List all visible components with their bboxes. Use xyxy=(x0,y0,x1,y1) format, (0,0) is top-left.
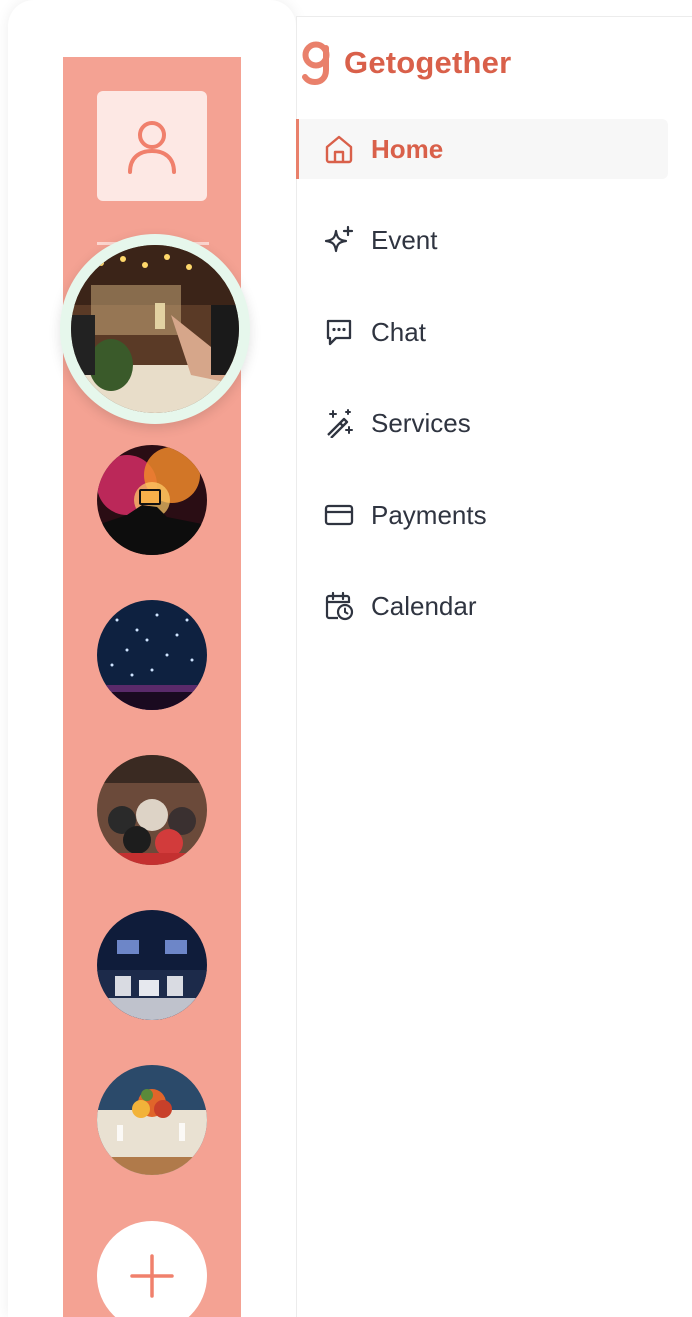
magic-wand-icon xyxy=(324,408,354,438)
profile-button[interactable] xyxy=(97,91,207,201)
event-photo-confetti-crowd xyxy=(97,600,207,710)
event-thumbnail-panel-stage[interactable] xyxy=(97,910,207,1020)
event-thumbnail-confetti-crowd[interactable] xyxy=(97,600,207,710)
plus-icon xyxy=(130,1254,174,1298)
event-photo-banquet-hall xyxy=(97,755,207,865)
nav-label-event: Event xyxy=(371,225,438,255)
event-photo-concert-phone xyxy=(97,445,207,555)
nav-label-payments: Payments xyxy=(371,500,487,530)
nav-label-chat: Chat xyxy=(371,317,426,347)
nav-label-home: Home xyxy=(371,134,444,164)
sparkle-icon xyxy=(324,225,354,255)
nav-item-services[interactable]: Services xyxy=(296,393,668,453)
brand-logo-icon xyxy=(302,41,330,86)
brand-name: Getogether xyxy=(344,45,512,80)
user-icon xyxy=(128,121,176,174)
nav-item-payments[interactable]: Payments xyxy=(296,485,668,545)
nav-item-chat[interactable]: Chat xyxy=(296,302,668,362)
calendar-clock-icon xyxy=(324,591,354,621)
nav-item-home[interactable]: Home xyxy=(296,119,668,179)
event-photo-dinner-toast xyxy=(71,245,239,413)
event-photo-table-flowers xyxy=(97,1065,207,1175)
nav-item-calendar[interactable]: Calendar xyxy=(296,576,668,636)
brand[interactable]: Getogether xyxy=(301,40,511,86)
home-icon xyxy=(324,134,354,164)
nav-label-services: Services xyxy=(371,408,471,438)
credit-card-icon xyxy=(324,500,354,530)
event-thumbnail-dinner-toast[interactable] xyxy=(71,245,239,413)
event-thumbnail-concert-phone[interactable] xyxy=(97,445,207,555)
event-photo-panel-stage xyxy=(97,910,207,1020)
nav-label-calendar: Calendar xyxy=(371,591,477,621)
event-thumbnail-banquet-hall[interactable] xyxy=(97,755,207,865)
nav-item-event[interactable]: Event xyxy=(296,210,668,270)
event-thumbnail-table-flowers[interactable] xyxy=(97,1065,207,1175)
app-page: Getogether Home Event Chat Services Paym… xyxy=(0,0,692,1317)
chat-icon xyxy=(324,317,354,347)
